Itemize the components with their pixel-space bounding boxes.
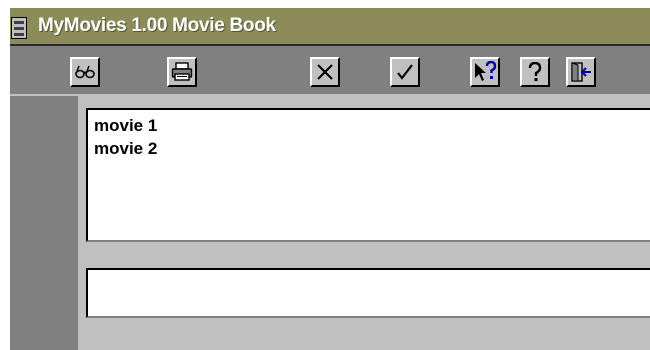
- list-item[interactable]: movie 1: [94, 114, 650, 137]
- exit-button[interactable]: [566, 57, 596, 87]
- app-window: MyMovies 1.00 Movie Book movie 1 movie 2: [10, 8, 650, 350]
- context-help-button[interactable]: [470, 57, 500, 87]
- ok-button[interactable]: [390, 57, 420, 87]
- delete-button[interactable]: [310, 57, 340, 87]
- title-bar: MyMovies 1.00 Movie Book: [10, 8, 650, 44]
- question-icon: [528, 62, 542, 81]
- glasses-icon: [75, 65, 95, 79]
- toolbar: [10, 44, 650, 96]
- printer-icon: [171, 62, 193, 81]
- exit-door-icon: [571, 62, 591, 82]
- find-button[interactable]: [70, 57, 100, 87]
- x-icon: [317, 64, 333, 80]
- print-button[interactable]: [167, 57, 197, 87]
- main-content: movie 1 movie 2: [10, 96, 650, 350]
- movie-entry-field[interactable]: [86, 268, 650, 318]
- list-item[interactable]: movie 2: [94, 137, 650, 160]
- checkmark-icon: [397, 64, 413, 80]
- application-icon[interactable]: [11, 17, 27, 39]
- arrow-question-icon: [475, 61, 497, 81]
- movie-list[interactable]: movie 1 movie 2: [86, 108, 650, 242]
- window-title: MyMovies 1.00 Movie Book: [38, 15, 276, 36]
- help-button[interactable]: [520, 57, 550, 87]
